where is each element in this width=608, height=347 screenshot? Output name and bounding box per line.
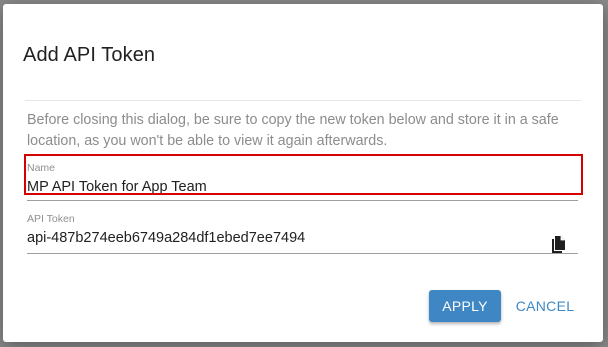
name-field-value[interactable]: MP API Token for App Team	[27, 179, 207, 195]
apply-button[interactable]: APPLY	[429, 290, 501, 322]
api-token-field-underline	[27, 253, 578, 254]
api-token-field-label: API Token	[27, 213, 75, 225]
add-api-token-dialog: Add API Token Before closing this dialog…	[3, 4, 603, 342]
cancel-button[interactable]: CANCEL	[511, 290, 579, 322]
name-field-label: Name	[27, 162, 56, 174]
dialog-message: Before closing this dialog, be sure to c…	[27, 112, 559, 149]
copy-icon[interactable]	[550, 235, 568, 255]
title-divider	[25, 100, 581, 101]
api-token-field[interactable]: API Token api-487b274eeb6749a284df1ebed7…	[27, 213, 578, 255]
name-field-underline	[27, 200, 578, 201]
api-token-field-value[interactable]: api-487b274eeb6749a284df1ebed7ee7494	[27, 230, 305, 246]
name-field[interactable]: Name MP API Token for App Team	[27, 158, 578, 201]
dialog-title: Add API Token	[23, 44, 156, 66]
